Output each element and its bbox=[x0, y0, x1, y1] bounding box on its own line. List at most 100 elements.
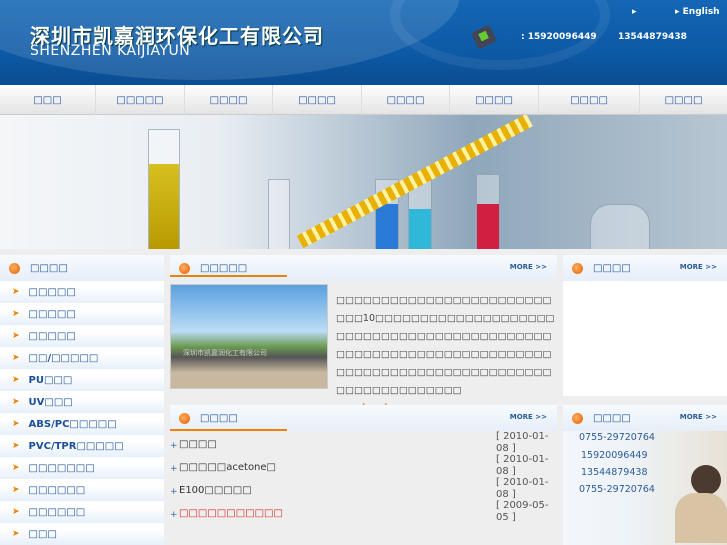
lang-link-chinese[interactable]: ▸ bbox=[632, 7, 637, 17]
news-box-header: □□□□ MORE >> bbox=[170, 405, 557, 431]
about-text: □□□□□□□□□□□□□□□□□□□□□□□□□□□10□□□□□□□□□□□… bbox=[336, 292, 558, 418]
sidebar-item[interactable]: ➤ □□□□□□ bbox=[0, 479, 164, 501]
sidebar-item-label: □□/□□□□□ bbox=[28, 352, 99, 364]
arrow-icon: ➤ bbox=[12, 507, 20, 517]
more-link[interactable]: MORE >> bbox=[510, 263, 547, 271]
box-header: □□□□□ MORE >> bbox=[170, 255, 557, 281]
arrow-icon: ➤ bbox=[12, 353, 20, 363]
test-tube-image bbox=[476, 174, 500, 249]
box-title: □□□□ bbox=[593, 412, 631, 424]
bullet-icon bbox=[9, 262, 20, 274]
plus-icon: + bbox=[170, 510, 178, 520]
nav-item-home[interactable]: □□□ bbox=[0, 85, 96, 115]
sidebar-item[interactable]: ➤ □□□□□ bbox=[0, 303, 164, 325]
bullet-icon bbox=[572, 412, 583, 424]
about-box-header: □□□□□ MORE >> bbox=[170, 255, 557, 281]
box-title: □□□□ bbox=[593, 262, 631, 274]
sidebar-item[interactable]: ➤ □□□□□□□ bbox=[0, 457, 164, 479]
nav-item-6[interactable]: □□□□ bbox=[450, 85, 539, 115]
box-header: □□□□ bbox=[0, 255, 164, 281]
bullet-icon bbox=[179, 262, 190, 274]
right-info-box: □□□□ MORE >> bbox=[563, 255, 727, 396]
category-list: ➤ □□□□□ ➤ □□□□□ ➤ □□□□□ ➤ □□/□□□□□ ➤ PU□□□ ➤ UV□□□ ➤… bbox=[0, 281, 164, 545]
news-title-link[interactable]: E100□□□□□ bbox=[179, 485, 252, 496]
sidebar-item[interactable]: ➤ PU□□□ bbox=[0, 369, 164, 391]
news-date: [ 2010-01-08 ] bbox=[496, 454, 549, 477]
arrow-icon: ➤ bbox=[12, 309, 20, 319]
arrow-icon: ➤ bbox=[12, 463, 20, 473]
sidebar-item-label: PU□□□ bbox=[28, 374, 73, 386]
more-link[interactable]: MORE >> bbox=[510, 413, 547, 421]
sidebar-item-label: □□□□□□ bbox=[28, 506, 86, 518]
main-nav: □□□ □□□□□ □□□□ □□□□ □□□□ □□□□ □□□□ □□□□ bbox=[0, 85, 727, 115]
title-underline bbox=[170, 429, 287, 431]
sidebar-item[interactable]: ➤ ABS/PC□□□□□ bbox=[0, 413, 164, 435]
logo-english: SHENZHEN KAIJIAYUN bbox=[30, 43, 191, 59]
header: 深圳市凯嘉润环保化工有限公司 SHENZHEN KAIJIAYUN : 1592… bbox=[0, 0, 727, 85]
product-category-box: □□□□ ➤ □□□□□ ➤ □□□□□ ➤ □□□□□ ➤ □□/□□□□□ ➤ PU□□□ ➤ U… bbox=[0, 255, 164, 545]
arrow-icon: ➤ bbox=[12, 397, 20, 407]
nav-item-5[interactable]: □□□□ bbox=[362, 85, 450, 115]
news-title-link[interactable]: □□□□□□□□□□□ bbox=[179, 508, 283, 519]
sidebar-item[interactable]: ➤ □□□ bbox=[0, 523, 164, 545]
arrow-icon: ➤ bbox=[12, 331, 20, 341]
arrow-icon: ➤ bbox=[12, 375, 20, 385]
test-tube-image bbox=[268, 179, 290, 249]
flask-image bbox=[590, 204, 650, 249]
contact-phone: 0755-29720764 bbox=[579, 484, 655, 495]
sidebar-item[interactable]: ➤ PVC/TPR□□□□□ bbox=[0, 435, 164, 457]
news-item: + □□□□□□□□□□□ [ 2009-05-05 ] bbox=[170, 500, 560, 531]
lang-link-english[interactable]: ▸ English bbox=[675, 7, 720, 17]
news-title-link[interactable]: □□□□ bbox=[179, 439, 217, 450]
sidebar-item-label: UV□□□ bbox=[28, 396, 73, 408]
news-date: [ 2010-01-08 ] bbox=[496, 477, 549, 500]
contact-phone: 13544879438 bbox=[581, 467, 648, 478]
box-title: □□□□ bbox=[30, 262, 68, 274]
arrow-icon: ➤ bbox=[12, 419, 20, 429]
box-header: □□□□ MORE >> bbox=[563, 405, 727, 431]
arrow-icon: ➤ bbox=[12, 287, 20, 297]
contact-phone: 0755-29720764 bbox=[579, 432, 655, 443]
operator-photo bbox=[675, 493, 727, 543]
box-title: □□□□□ bbox=[200, 262, 248, 274]
plus-icon: + bbox=[170, 464, 178, 474]
box-header: □□□□ MORE >> bbox=[563, 255, 727, 281]
arrow-icon: ➤ bbox=[12, 441, 20, 451]
about-paragraph: □□□□□□□□□□□□□□□□□□□□□□□□□□□10□□□□□□□□□□□… bbox=[336, 295, 555, 396]
sidebar-item-label: □□□□□ bbox=[28, 330, 76, 342]
bullet-icon bbox=[179, 412, 190, 424]
bullet-icon bbox=[572, 262, 583, 274]
sidebar-item-label: □□□ bbox=[28, 528, 57, 540]
sidebar-item[interactable]: ➤ UV□□□ bbox=[0, 391, 164, 413]
beaker-image bbox=[148, 129, 180, 249]
photo-sign: 深圳市凯嘉润化工有限公司 bbox=[183, 349, 267, 357]
sidebar-item-label: □□□□□ bbox=[28, 308, 76, 320]
banner-image bbox=[0, 115, 727, 249]
operator-photo bbox=[691, 465, 721, 495]
news-date: [ 2009-05-05 ] bbox=[496, 500, 549, 523]
plus-icon: + bbox=[170, 487, 178, 497]
sidebar-item[interactable]: ➤ □□□□□□ bbox=[0, 501, 164, 523]
arrow-icon: ➤ bbox=[12, 529, 20, 539]
arrow-icon: ➤ bbox=[12, 485, 20, 495]
sidebar-item[interactable]: ➤ □□/□□□□□ bbox=[0, 347, 164, 369]
more-link[interactable]: MORE >> bbox=[680, 263, 717, 271]
nav-item-7[interactable]: □□□□ bbox=[539, 85, 640, 115]
plus-icon: + bbox=[170, 441, 178, 451]
sidebar-item-label: □□□□□□ bbox=[28, 484, 86, 496]
nav-item-2[interactable]: □□□□□ bbox=[96, 85, 185, 115]
nav-item-8[interactable]: □□□□ bbox=[640, 85, 727, 115]
more-link[interactable]: MORE >> bbox=[680, 413, 717, 421]
header-phone-2: 13544879438 bbox=[618, 32, 687, 42]
sidebar-item[interactable]: ➤ □□□□□ bbox=[0, 325, 164, 347]
sidebar-item-label: □□□□□□□ bbox=[28, 462, 95, 474]
news-title-link[interactable]: □□□□□acetone□ bbox=[179, 462, 276, 473]
nav-item-4[interactable]: □□□□ bbox=[273, 85, 362, 115]
nav-item-3[interactable]: □□□□ bbox=[185, 85, 273, 115]
sidebar-item-label: PVC/TPR□□□□□ bbox=[28, 440, 124, 452]
sidebar-item[interactable]: ➤ □□□□□ bbox=[0, 281, 164, 303]
header-phone-1: : 15920096449 bbox=[521, 32, 597, 42]
box-header: □□□□ MORE >> bbox=[170, 405, 557, 431]
contact-box: □□□□ MORE >> 0755-29720764 15920096449 1… bbox=[563, 405, 727, 545]
sidebar-item-label: ABS/PC□□□□□ bbox=[28, 418, 117, 430]
